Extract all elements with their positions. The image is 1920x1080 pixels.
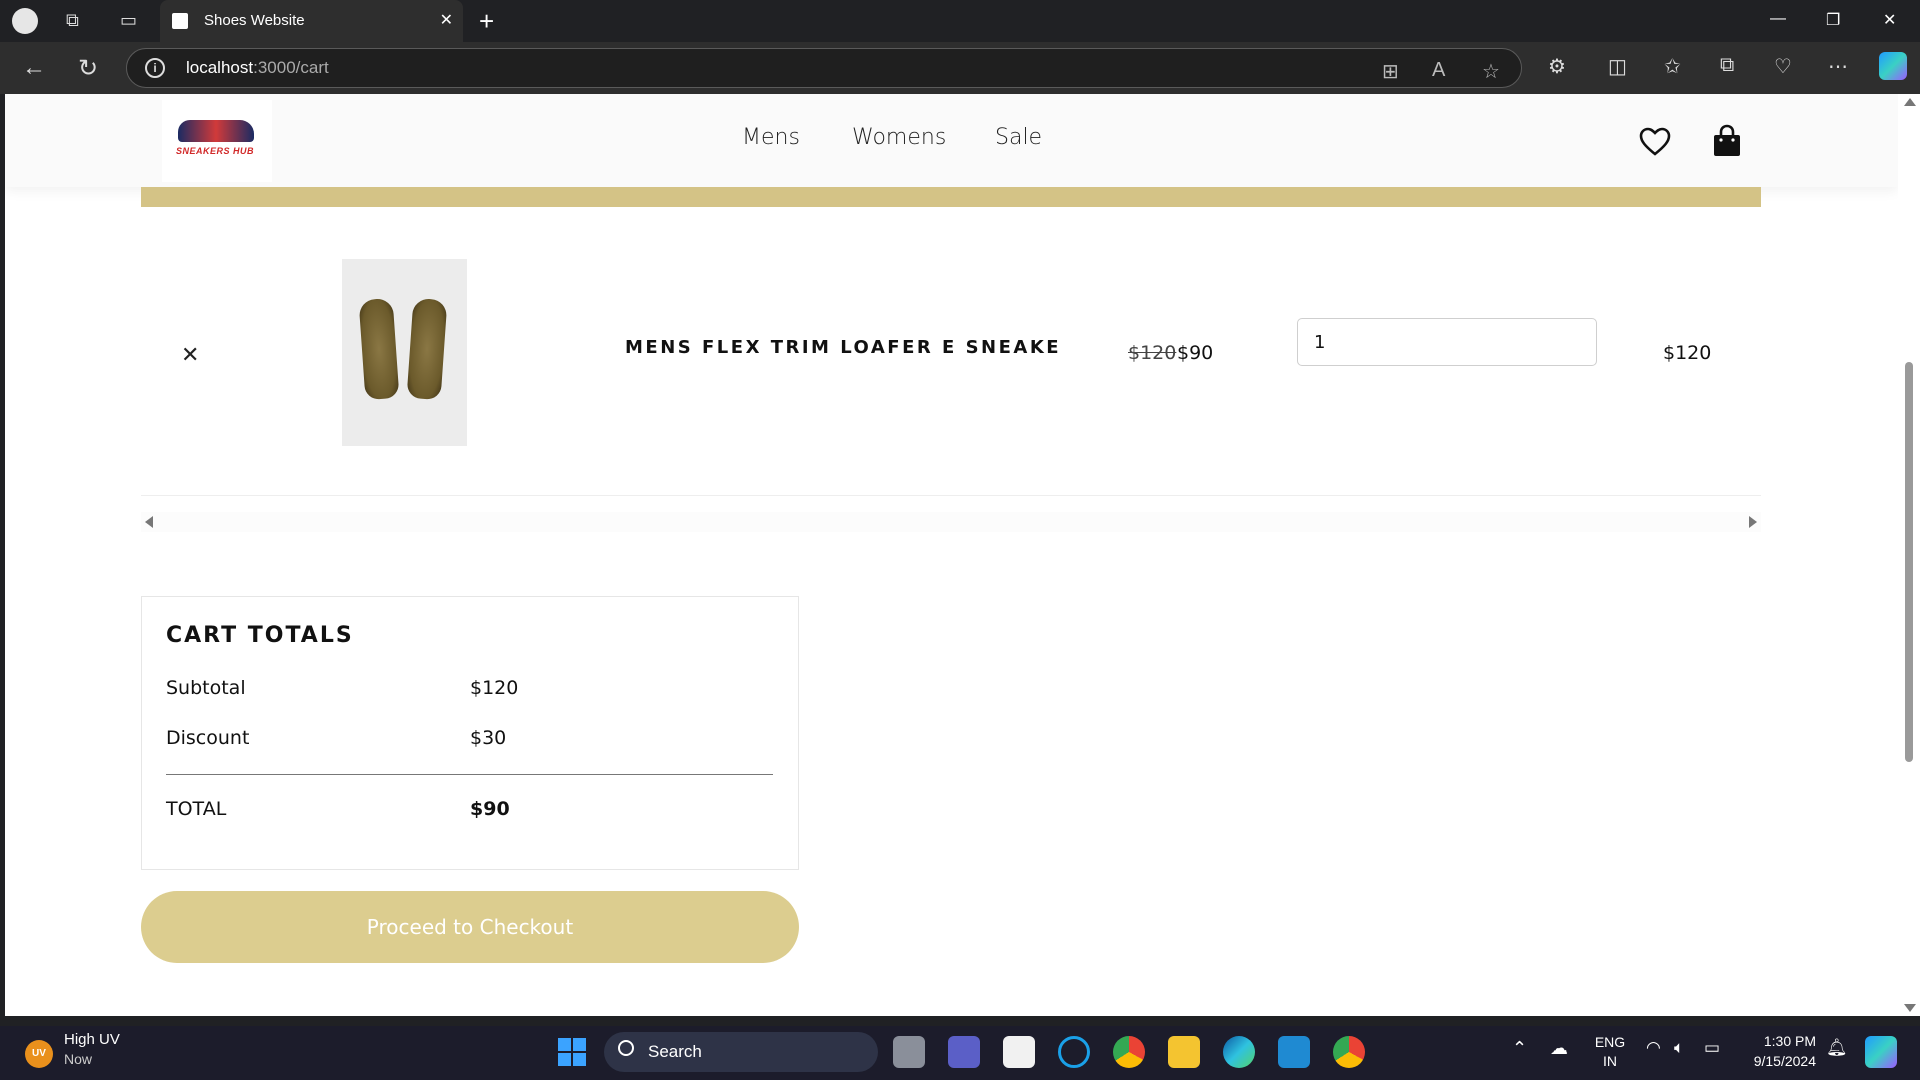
- scroll-up-arrow-icon[interactable]: [1904, 98, 1916, 106]
- favorite-star-icon[interactable]: ☆: [1482, 59, 1500, 84]
- show-hidden-icons-icon[interactable]: ⌃: [1512, 1038, 1527, 1059]
- back-icon[interactable]: ←: [22, 54, 46, 82]
- total-label: TOTAL: [166, 798, 227, 820]
- nav-sale[interactable]: Sale: [995, 125, 1042, 150]
- vertical-scrollbar[interactable]: [1898, 94, 1920, 1016]
- nav-mens[interactable]: Mens: [742, 125, 800, 150]
- tab-actions-icon[interactable]: ▭: [120, 10, 137, 31]
- window-bottom-edge: [0, 1016, 1920, 1026]
- windows-start-icon[interactable]: [558, 1038, 586, 1066]
- total-value: $90: [470, 798, 510, 820]
- favorites-icon[interactable]: ✩: [1664, 54, 1681, 79]
- scroll-down-arrow-icon[interactable]: [1904, 1004, 1916, 1012]
- chrome-profile-icon[interactable]: [1333, 1036, 1365, 1068]
- close-window-icon[interactable]: ✕: [1883, 10, 1896, 30]
- subtotal-value: $120: [470, 677, 519, 699]
- favicon-icon: [172, 13, 188, 29]
- discount-label: Discount: [166, 727, 250, 749]
- site-logo[interactable]: SNEAKERS HUB: [162, 100, 272, 182]
- taskbar-clock[interactable]: 1:30 PM 9/15/2024: [1736, 1031, 1816, 1071]
- split-screen-icon[interactable]: ◫: [1608, 54, 1627, 79]
- site-header: SNEAKERS HUB Mens Womens Sale: [5, 94, 1898, 187]
- subtotal-label: Subtotal: [166, 677, 246, 699]
- page-viewport: SNEAKERS HUB Mens Womens Sale ✕ MENS FLE…: [5, 94, 1898, 1016]
- right-shoe: [406, 297, 448, 401]
- horizontal-scrollbar[interactable]: [141, 512, 1761, 532]
- wifi-icon[interactable]: ◠: [1646, 1038, 1661, 1058]
- teams-icon[interactable]: [948, 1036, 980, 1068]
- sale-price: $90: [1177, 342, 1214, 364]
- nav-womens[interactable]: Womens: [852, 125, 946, 150]
- browser-essentials-icon[interactable]: ♡: [1774, 54, 1792, 79]
- volume-icon[interactable]: 🔈︎: [1674, 1038, 1684, 1058]
- taskbar-search[interactable]: Search: [604, 1032, 878, 1072]
- start-tile: [573, 1038, 586, 1051]
- close-tab-icon[interactable]: ✕: [440, 10, 453, 30]
- edge-icon[interactable]: [1223, 1036, 1255, 1068]
- url-text[interactable]: localhost:3000/cart: [186, 58, 329, 78]
- file-explorer-icon[interactable]: [1168, 1036, 1200, 1068]
- address-bar[interactable]: i localhost:3000/cart ⊞ A ☆: [126, 48, 1522, 88]
- left-shoe: [358, 297, 400, 401]
- new-tab-icon[interactable]: +: [479, 6, 494, 37]
- search-icon: [618, 1040, 634, 1056]
- task-view-icon[interactable]: [893, 1036, 925, 1068]
- read-aloud-icon[interactable]: A: [1432, 59, 1445, 82]
- copilot-taskbar-icon[interactable]: [1865, 1036, 1897, 1068]
- tab-title: Shoes Website: [204, 12, 305, 29]
- original-price: $120: [1128, 342, 1177, 364]
- copilot-icon[interactable]: [1879, 52, 1907, 80]
- cart-table-header: [141, 187, 1761, 207]
- logo-text: SNEAKERS HUB: [176, 146, 255, 156]
- row-divider: [141, 495, 1761, 496]
- scroll-thumb[interactable]: [1905, 362, 1913, 762]
- product-image: [342, 259, 467, 446]
- shopping-bag-icon[interactable]: [1711, 124, 1743, 158]
- battery-icon[interactable]: ▭: [1704, 1038, 1720, 1058]
- reload-icon[interactable]: ↻: [78, 54, 98, 83]
- scroll-left-arrow-icon[interactable]: [145, 516, 153, 528]
- remove-item-icon[interactable]: ✕: [181, 342, 199, 368]
- extensions-icon[interactable]: ⚙: [1548, 54, 1566, 79]
- site-info-icon[interactable]: i: [145, 58, 165, 78]
- weather-subtitle: Now: [64, 1051, 93, 1067]
- profile-avatar-icon[interactable]: [12, 8, 38, 34]
- start-tile: [558, 1038, 571, 1051]
- restore-icon[interactable]: ❐: [1826, 10, 1840, 30]
- cart-totals-title: CART TOTALS: [166, 623, 354, 648]
- cortana-icon[interactable]: [1058, 1036, 1090, 1068]
- quantity-input[interactable]: [1297, 318, 1597, 366]
- onedrive-cloud-icon[interactable]: ☁: [1550, 1038, 1568, 1059]
- totals-divider: [166, 774, 773, 775]
- weather-uv-icon[interactable]: UV: [25, 1040, 53, 1068]
- language-indicator[interactable]: ENG IN: [1594, 1033, 1626, 1071]
- product-name: MENS FLEX TRIM LOAFER E SNEAKE: [625, 337, 1062, 358]
- chrome-icon[interactable]: [1113, 1036, 1145, 1068]
- logo-car-icon: [178, 120, 254, 142]
- tab-shoes-website[interactable]: Shoes Website ✕: [160, 0, 463, 42]
- wishlist-heart-icon[interactable]: [1639, 127, 1671, 157]
- workspaces-icon[interactable]: ⧉: [66, 10, 79, 31]
- browser-toolbar: ← ↻ i localhost:3000/cart ⊞ A ☆ ⚙ ◫ ✩ ⧉ …: [0, 42, 1920, 94]
- start-tile: [573, 1053, 586, 1066]
- more-menu-icon[interactable]: ⋯: [1828, 54, 1848, 79]
- vscode-icon[interactable]: [1278, 1036, 1310, 1068]
- store-icon[interactable]: [1003, 1036, 1035, 1068]
- notification-bell-icon[interactable]: 🔔︎: [1826, 1038, 1848, 1058]
- collections-icon[interactable]: ⧉: [1720, 54, 1734, 77]
- minimize-icon[interactable]: —: [1770, 10, 1786, 28]
- discount-value: $30: [470, 727, 507, 749]
- search-label: Search: [648, 1042, 702, 1061]
- proceed-to-checkout-button[interactable]: Proceed to Checkout: [141, 891, 799, 963]
- app-available-icon[interactable]: ⊞: [1382, 59, 1399, 84]
- line-total: $120: [1663, 342, 1712, 364]
- browser-tab-strip: ⧉ ▭ Shoes Website ✕ + — ❐ ✕: [0, 0, 1920, 42]
- start-tile: [558, 1053, 571, 1066]
- scroll-right-arrow-icon[interactable]: [1749, 516, 1757, 528]
- cart-totals-panel: CART TOTALS Subtotal $120 Discount $30 T…: [141, 596, 799, 870]
- weather-title[interactable]: High UV: [64, 1031, 120, 1048]
